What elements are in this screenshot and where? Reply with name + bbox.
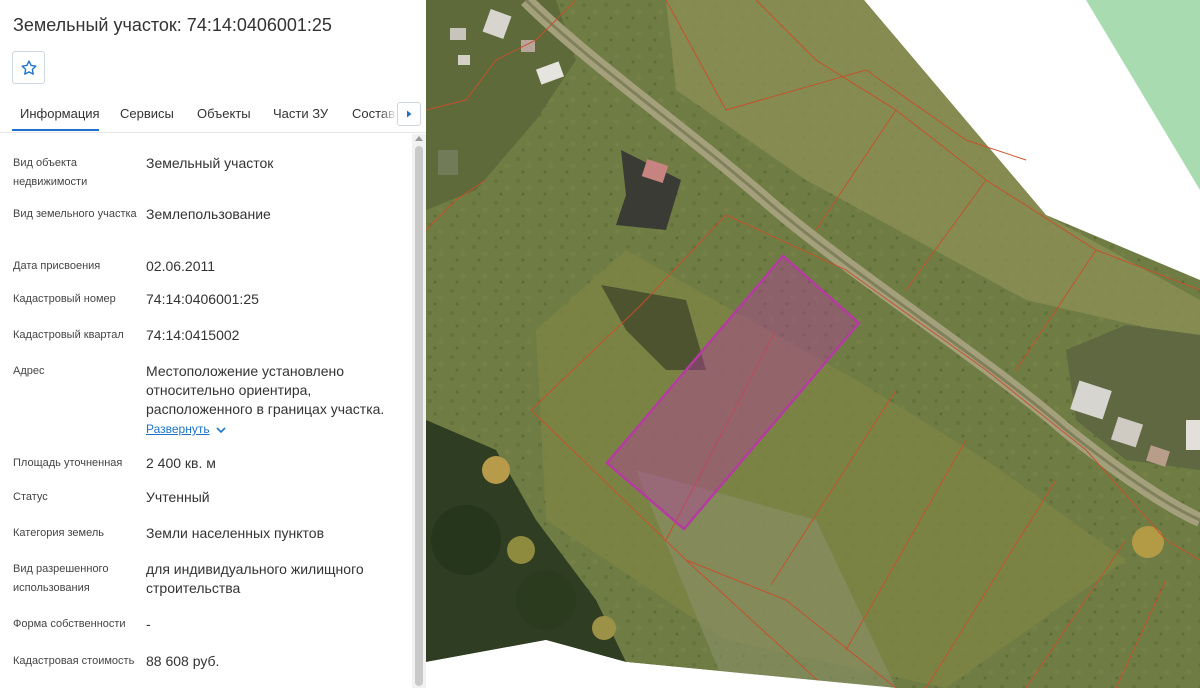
field-label: Кадастровый номер xyxy=(13,293,116,305)
expand-link-label: Развернуть xyxy=(146,422,210,436)
field-value: Земли населенных пунктов xyxy=(146,525,325,541)
caret-right-icon xyxy=(407,110,412,118)
tab-fade xyxy=(380,96,397,130)
chevron-down-icon xyxy=(216,426,226,433)
scroll-up-arrow-icon[interactable] xyxy=(415,136,423,141)
field-label: Вид объекта недвижимости xyxy=(13,157,88,188)
map-view[interactable] xyxy=(426,0,1200,688)
field-label: Площадь уточненная xyxy=(13,457,123,469)
building xyxy=(450,28,466,40)
address-text: Местоположение установлено относительно … xyxy=(146,363,385,417)
panel-title: Земельный участок: 74:14:0406001:25 xyxy=(13,15,332,35)
tabs-next-button[interactable] xyxy=(397,102,421,126)
field-label: Форма собственности xyxy=(13,618,126,630)
tab-services[interactable]: Сервисы xyxy=(120,106,174,121)
tab-information[interactable]: Информация xyxy=(20,106,100,121)
tab-parcel-parts[interactable]: Части ЗУ xyxy=(273,106,328,121)
field-label: Дата присвоения xyxy=(13,260,101,272)
field-value: - xyxy=(146,616,151,632)
scrollbar-thumb[interactable] xyxy=(415,146,423,686)
field-value: Учтенный xyxy=(146,489,210,505)
tab-bar: Информация Сервисы Объекты Части ЗУ Сост… xyxy=(0,96,426,133)
panel-scrollbar[interactable] xyxy=(412,134,426,688)
satellite-map[interactable] xyxy=(426,0,1200,688)
field-label: Вид земельного участка xyxy=(13,208,137,220)
field-label: Вид разрешенного использования xyxy=(13,563,109,594)
active-tab-indicator xyxy=(12,129,99,131)
star-outline-icon xyxy=(21,59,36,75)
field-value: 74:14:0415002 xyxy=(146,327,240,343)
tab-objects[interactable]: Объекты xyxy=(197,106,251,121)
field-value: Местоположение установлено относительно … xyxy=(146,362,408,439)
field-value: 74:14:0406001:25 xyxy=(146,291,259,307)
field-value: 88 608 руб. xyxy=(146,653,220,669)
field-value: 02.06.2011 xyxy=(146,258,216,274)
info-panel: Земельный участок: 74:14:0406001:25 Инфо… xyxy=(0,0,426,688)
field-value: Земельный участок xyxy=(146,155,274,171)
field-label: Категория земель xyxy=(13,527,104,539)
field-label: Статус xyxy=(13,491,48,503)
favorite-button[interactable] xyxy=(12,51,45,84)
field-label: Кадастровая стоимость xyxy=(13,655,135,667)
field-value: для индивидуального жилищного строительс… xyxy=(146,561,364,596)
field-value: 2 400 кв. м xyxy=(146,455,216,471)
field-label: Кадастровый квартал xyxy=(13,329,124,341)
expand-link[interactable]: Развернуть xyxy=(146,420,226,439)
field-value: Землепользование xyxy=(146,206,271,222)
field-label: Адрес xyxy=(13,365,45,377)
